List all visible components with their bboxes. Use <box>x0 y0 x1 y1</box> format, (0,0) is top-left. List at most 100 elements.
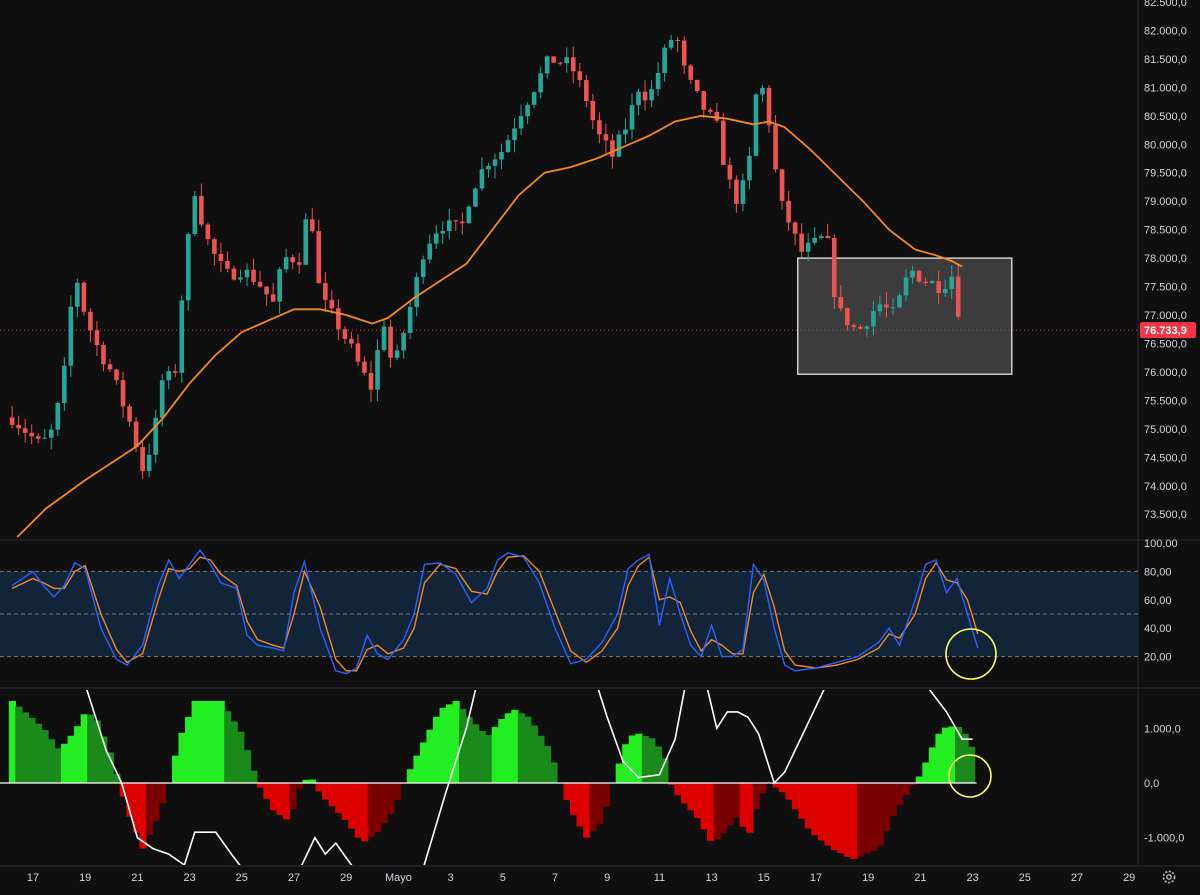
osc-bar <box>152 782 160 822</box>
candle-body <box>22 428 28 433</box>
price-tick-label: 79.500,0 <box>1144 168 1187 180</box>
osc-bar <box>941 727 950 783</box>
candle-body <box>414 277 419 307</box>
candle-body <box>949 276 955 290</box>
candle-body <box>244 269 250 278</box>
candle-body <box>107 364 113 370</box>
osc-bar <box>785 782 793 800</box>
candle-body <box>303 219 309 265</box>
osc-bar <box>524 716 532 783</box>
range-rectangle[interactable] <box>797 257 1013 375</box>
candle-body <box>336 308 341 330</box>
candle-body <box>199 196 204 225</box>
osc-bar <box>583 782 591 838</box>
candle-body <box>871 311 876 327</box>
osc-bar <box>485 734 493 783</box>
candle-body <box>701 91 707 110</box>
candle-body <box>851 325 857 327</box>
candle-body <box>858 326 863 329</box>
osc-bar <box>602 782 610 807</box>
candle-body <box>714 111 720 121</box>
osc-bar <box>322 782 330 800</box>
range-box[interactable] <box>797 257 1013 375</box>
candle-body <box>590 101 596 121</box>
candle-body <box>668 39 674 48</box>
candle-body <box>349 338 354 344</box>
osc-bar <box>798 782 806 819</box>
osc-bar <box>393 782 401 801</box>
osc-bar <box>413 755 421 783</box>
time-tick-label: 11 <box>654 872 665 884</box>
price-tick-label: 78.500,0 <box>1144 225 1187 237</box>
osc-bar <box>576 782 584 827</box>
candle-body <box>492 159 498 166</box>
osc-bar <box>48 739 56 783</box>
candle-body <box>877 304 883 312</box>
candle-body <box>936 281 941 294</box>
candle-body <box>264 286 269 295</box>
osc-bar <box>739 782 747 827</box>
candle-body <box>94 330 100 346</box>
candle-body <box>185 234 191 301</box>
osc-bar <box>935 733 943 783</box>
time-tick-label: 23 <box>183 872 195 884</box>
time-tick-label: 21 <box>131 872 143 884</box>
chart-settings-button[interactable] <box>1158 866 1180 888</box>
price-tick-label: 76.500,0 <box>1144 338 1187 350</box>
osc-bar <box>543 746 552 783</box>
osc-bar <box>628 735 636 783</box>
osc-bar <box>831 782 839 850</box>
candle <box>466 204 472 225</box>
osc-bar <box>106 752 114 783</box>
osc-bar <box>778 782 786 793</box>
osc-bar <box>54 748 62 783</box>
price-tick-label: 80.000,0 <box>1144 139 1187 151</box>
time-tick-label: 21 <box>914 872 926 884</box>
osc-bar <box>211 700 219 783</box>
osc-bar <box>80 714 88 783</box>
candle-body <box>655 73 661 90</box>
candle-body <box>48 429 54 438</box>
candle-body <box>114 369 119 381</box>
trading-chart[interactable]: 73.500,0 74.000,0 74.500,0 75.000,0 75.500,0… <box>0 0 1200 895</box>
candle-body <box>146 454 152 472</box>
candle-body <box>101 345 106 365</box>
stoch-tick-label: 40,00 <box>1144 623 1172 635</box>
price-tick-label: 82.000,0 <box>1144 25 1187 37</box>
candle-body <box>329 299 335 309</box>
osc-bar <box>243 750 251 783</box>
osc-bar <box>328 782 336 807</box>
candle-body <box>166 371 172 381</box>
time-tick-label: 13 <box>705 872 717 884</box>
candle-body <box>394 350 400 358</box>
osc-bar <box>759 782 767 794</box>
osc-bar <box>817 782 826 841</box>
candle-body <box>283 257 289 270</box>
candle-body <box>734 179 739 204</box>
candle-body <box>805 242 811 252</box>
candle-body <box>446 220 452 231</box>
candle-body <box>309 219 315 232</box>
candle-body <box>205 224 211 240</box>
osc-bar <box>837 782 845 854</box>
candle-body <box>62 365 67 403</box>
time-tick-label: 19 <box>862 872 874 884</box>
candle-body <box>818 235 824 238</box>
osc-bar <box>295 782 304 789</box>
osc-bar <box>426 729 434 783</box>
candle-body <box>897 295 902 308</box>
osc-bar <box>67 735 75 783</box>
osc-bar <box>439 707 447 783</box>
osc-bar <box>74 726 82 783</box>
candle-body <box>642 91 648 101</box>
osc-bar <box>217 700 225 783</box>
stoch-tick-label: 20,00 <box>1144 652 1172 664</box>
candle-body <box>544 56 550 74</box>
osc-bar <box>922 762 930 783</box>
stoch-tick-label: 100,00 <box>1144 538 1178 550</box>
osc-bar <box>335 782 343 814</box>
candle-body <box>518 116 524 129</box>
osc-bar <box>550 762 558 783</box>
price-tick-label: 78.000,0 <box>1144 253 1187 265</box>
candle <box>68 295 74 378</box>
